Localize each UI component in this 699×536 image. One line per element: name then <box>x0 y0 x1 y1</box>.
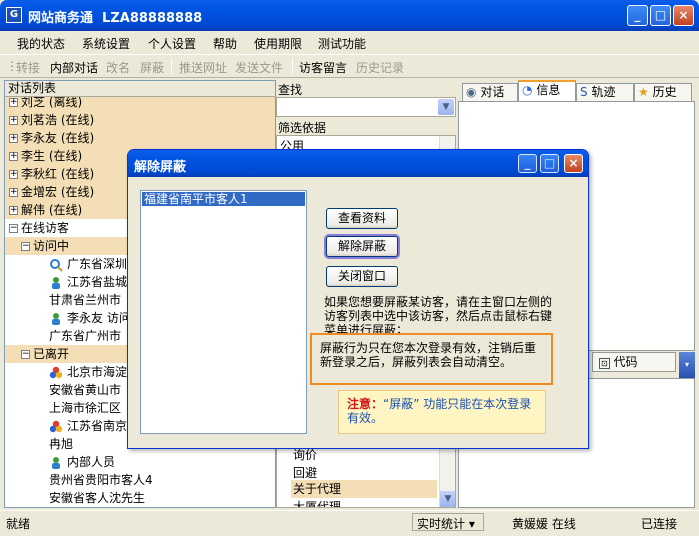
tree-item[interactable]: + 刘芝 (离线) <box>5 97 275 111</box>
tree-item[interactable]: + 刘茗浩 (在线) <box>5 111 275 129</box>
tree-item[interactable]: 贵州省贵阳市客人4 <box>5 471 275 489</box>
maximize-button[interactable]: □ <box>650 5 671 26</box>
minimize-button[interactable]: _ <box>627 5 648 26</box>
menu-test-functions[interactable]: 测试功能 <box>318 35 366 52</box>
tab-history[interactable]: ★ 历史 <box>634 83 692 101</box>
list-item[interactable]: 回避 <box>293 464 317 481</box>
search-select[interactable]: ▼ <box>276 97 456 117</box>
title-bar: G 网站商务通 LZA88888888 _ □ × <box>0 0 699 31</box>
collapse-icon[interactable]: − <box>21 242 30 251</box>
status-bar: 就绪 实时统计 ▾ 黄媛媛 在线 已连接 <box>0 510 699 536</box>
connection-status: 已连接 <box>641 517 678 531</box>
menu-system-settings[interactable]: 系统设置 <box>82 35 130 52</box>
send-file-button[interactable]: 发送文件 <box>235 59 283 76</box>
search-label: 查找 <box>278 83 303 97</box>
expand-icon[interactable]: + <box>9 98 18 107</box>
collapse-icon[interactable]: − <box>9 224 18 233</box>
tree-item[interactable]: 内部人员 <box>5 453 275 471</box>
push-url-button[interactable]: 推送网址 <box>179 59 227 76</box>
unblock-button[interactable]: 解除屏蔽 <box>326 236 398 257</box>
list-item-selected[interactable]: 关于代理 <box>291 480 437 498</box>
tab-info[interactable]: ◔ 信息 <box>518 80 576 101</box>
star-icon: ★ <box>638 85 649 99</box>
expand-icon[interactable]: + <box>9 134 18 143</box>
status-text: 就绪 <box>6 517 31 531</box>
dialog-minimize-button[interactable]: _ <box>518 154 537 173</box>
history-button[interactable]: 历史记录 <box>356 59 404 76</box>
unblock-dialog: 解除屏蔽 _ □ × 福建省南平市客人1 查看资料 解除屏蔽 关闭窗口 如果您想… <box>127 149 589 449</box>
track-icon: S <box>580 85 588 99</box>
block-button[interactable]: 屏蔽 <box>140 59 164 76</box>
internal-chat-button[interactable]: 内部对话 <box>50 59 98 76</box>
menu-my-status[interactable]: 我的状态 <box>17 35 65 52</box>
blocked-visitor-list[interactable]: 福建省南平市客人1 <box>140 190 307 434</box>
menu-personal-settings[interactable]: 个人设置 <box>148 35 196 52</box>
expand-icon[interactable]: + <box>9 116 18 125</box>
visitor-person-icon <box>49 276 63 290</box>
toolbar-separator <box>292 58 293 74</box>
warning-label: 注意： <box>347 397 384 411</box>
expand-icon[interactable]: + <box>9 188 18 197</box>
multicolor-visitor-icon <box>49 420 63 434</box>
multicolor-visitor-icon <box>49 366 63 380</box>
rename-button[interactable]: 改名 <box>106 59 130 76</box>
toolbar: ⋮ 转接 内部对话 改名 屏蔽 推送网址 发送文件 访客留言 历史记录 <box>0 54 699 78</box>
instruction-text: 如果您想要屏蔽某访客，请在主窗口左侧的访客列表中选中该访客，然后点击鼠标右键菜单… <box>324 295 553 337</box>
expand-icon[interactable]: + <box>9 170 18 179</box>
dialog-title-bar: 解除屏蔽 _ □ × <box>128 150 588 177</box>
dialog-title: 解除屏蔽 <box>134 160 187 175</box>
expand-arrow-icon[interactable]: ▾ <box>679 352 695 378</box>
user-status: 黄媛媛 在线 <box>512 517 576 531</box>
search-visitor-icon <box>49 258 63 272</box>
info-icon: ◔ <box>522 83 533 97</box>
expand-icon[interactable]: + <box>9 206 18 215</box>
block-scope-note: 屏蔽行为只在您本次登录有效，注销后重新登录之后，屏蔽列表会自动清空。 <box>310 333 553 385</box>
dialog-close-button[interactable]: × <box>564 154 583 173</box>
visitor-person-icon <box>49 312 63 326</box>
transfer-button[interactable]: 转接 <box>16 59 40 76</box>
tab-chat[interactable]: ◉ 对话 <box>462 83 518 101</box>
window-title: 网站商务通 LZA88888888 <box>28 11 203 26</box>
conversation-list-header: 对话列表 <box>5 81 275 97</box>
dialog-maximize-button[interactable]: □ <box>540 154 559 173</box>
tree-item[interactable]: + 李永友 (在线) <box>5 129 275 147</box>
close-button[interactable]: × <box>673 5 694 26</box>
menu-usage-period[interactable]: 使用期限 <box>254 35 302 52</box>
code-icon: ⊡ <box>599 358 610 369</box>
expand-icon[interactable]: + <box>9 152 18 161</box>
warning-tooltip: 注意：“屏蔽” 功能只能在本次登录有效。 <box>338 390 546 434</box>
toolbar-separator <box>171 58 172 74</box>
close-window-button[interactable]: 关闭窗口 <box>326 266 398 287</box>
tree-item[interactable]: 安徽省客人沈先生 <box>5 489 275 507</box>
tab-track[interactable]: S 轨迹 <box>576 83 634 101</box>
visitor-person-icon <box>49 456 63 470</box>
list-item-selected[interactable]: 福建省南平市客人1 <box>142 192 305 206</box>
chevron-down-icon[interactable]: ▼ <box>438 99 454 115</box>
realtime-stats-dropdown[interactable]: 实时统计 ▾ <box>412 513 484 531</box>
collapse-icon[interactable]: − <box>21 350 30 359</box>
chat-icon: ◉ <box>466 85 477 99</box>
menu-help[interactable]: 帮助 <box>213 35 237 52</box>
view-profile-button[interactable]: 查看资料 <box>326 208 398 229</box>
list-item[interactable]: 大厦代理 <box>293 498 341 507</box>
tab-code[interactable]: ⊡ 代码 <box>592 352 676 372</box>
app-icon: G <box>6 7 22 23</box>
visitor-message-button[interactable]: 访客留言 <box>299 59 347 76</box>
scroll-down-icon[interactable]: ▼ <box>440 491 455 507</box>
menu-bar: 我的状态 系统设置 个人设置 帮助 使用期限 测试功能 <box>0 31 699 54</box>
filter-label: 筛选依据 <box>278 121 327 135</box>
